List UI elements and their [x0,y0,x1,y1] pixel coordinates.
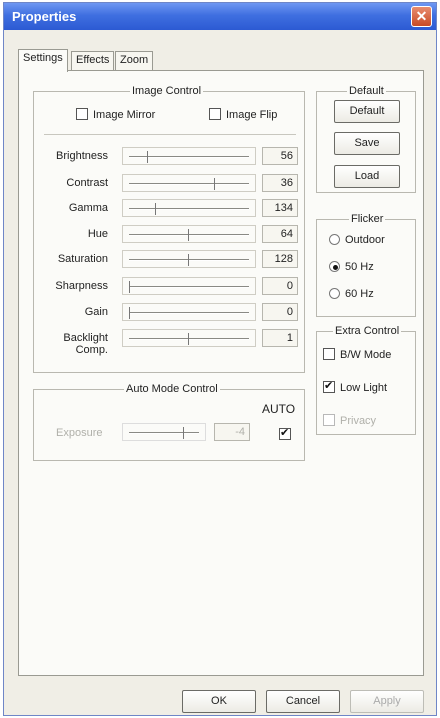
title-bar[interactable]: Properties ✕ [4,3,436,30]
slider-label: Sharpness [55,280,108,292]
slider-thumb[interactable] [129,281,136,293]
slider-thumb[interactable] [146,151,154,163]
low-light-box[interactable] [323,379,335,393]
image-control-separator [44,134,296,135]
ok-button[interactable]: OK [182,690,256,713]
default-button[interactable]: Default [334,100,400,123]
exposure-slider [122,423,206,441]
hue-value: 64 [262,225,298,243]
default-group: Default Default Save Load [316,85,416,193]
hue-slider[interactable] [122,225,256,243]
slider-label: Gain [84,306,108,318]
bw-mode-label: B/W Mode [340,349,392,361]
gamma-value: 134 [262,199,298,217]
slider-label: Saturation [57,253,108,265]
close-icon: ✕ [415,8,428,24]
slider-label: Hue [87,228,108,240]
slider-thumb[interactable] [188,254,195,266]
image-flip-label: Image Flip [226,109,278,121]
exposure-label: Exposure [56,427,103,439]
exposure-value: -4 [214,423,250,441]
auto-mode-legend: Auto Mode Control [124,383,220,395]
image-mirror-checkbox[interactable]: Image Mirror [76,108,155,121]
gamma-slider[interactable] [122,199,256,217]
contrast-slider[interactable] [122,174,256,192]
tab-settings[interactable]: Settings [18,49,68,72]
image-control-legend: Image Control [130,85,204,97]
window-title: Properties [12,9,77,24]
backlight-value: 1 [262,329,298,347]
save-button[interactable]: Save [334,132,400,155]
slider-thumb [183,427,190,439]
extra-control-legend: Extra Control [333,325,402,337]
slider-label: Contrast [66,177,108,189]
slider-thumb[interactable] [154,203,162,215]
saturation-value: 128 [262,250,298,268]
slider-thumb[interactable] [129,307,136,319]
slider-label: Gamma [68,202,108,214]
close-button[interactable]: ✕ [411,6,432,27]
flicker-option-60hz[interactable]: 60 Hz [329,288,374,300]
image-control-group: Image Control Image Mirror Image Flip Br… [33,85,305,373]
auto-mode-group: Auto Mode Control AUTO Exposure -4 [33,383,305,461]
slider-thumb[interactable] [188,229,195,241]
backlight-slider[interactable] [122,329,256,347]
auto-checkbox[interactable] [279,426,291,440]
image-flip-box[interactable] [209,108,221,120]
cancel-button[interactable]: Cancel [266,690,340,713]
apply-button: Apply [350,690,424,713]
brightness-slider[interactable] [122,147,256,165]
low-light-label: Low Light [340,382,388,394]
gain-slider[interactable] [122,303,256,321]
sharpness-slider[interactable] [122,277,256,295]
tab-zoom[interactable]: Zoom [115,51,154,70]
flicker-option-outdoor[interactable]: Outdoor [329,234,385,246]
50hz-label: 50 Hz [345,261,374,273]
image-mirror-box[interactable] [76,108,88,120]
60hz-label: 60 Hz [345,288,374,300]
slider-label: Backlight Comp. [63,332,108,356]
brightness-value: 56 [262,147,298,165]
bw-mode-checkbox[interactable]: B/W Mode [323,348,391,361]
image-mirror-label: Image Mirror [93,109,156,121]
outdoor-label: Outdoor [345,234,385,246]
slider-thumb[interactable] [188,333,195,345]
image-flip-checkbox[interactable]: Image Flip [209,108,277,121]
properties-window: Properties ✕ Settings Effects Zoom Image… [3,2,437,716]
slider-label: Brightness [56,150,108,162]
settings-panel: Image Control Image Mirror Image Flip Br… [18,70,424,676]
sharpness-value: 0 [262,277,298,295]
tab-effects[interactable]: Effects [71,51,115,70]
auto-label: AUTO [262,402,296,416]
flicker-group: Flicker Outdoor 50 Hz 60 Hz [316,213,416,317]
default-legend: Default [347,85,386,97]
privacy-label: Privacy [340,415,377,427]
radio-outdoor[interactable] [329,234,340,245]
radio-50hz[interactable] [329,261,340,272]
slider-thumb[interactable] [213,178,221,190]
extra-control-group: Extra Control B/W Mode Low Light Privacy [316,325,416,435]
bw-mode-box[interactable] [323,348,335,360]
gain-value: 0 [262,303,298,321]
privacy-box [323,414,335,426]
flicker-legend: Flicker [349,213,386,225]
flicker-option-50hz[interactable]: 50 Hz [329,261,374,273]
radio-60hz[interactable] [329,288,340,299]
low-light-checkbox[interactable]: Low Light [323,379,388,394]
saturation-slider[interactable] [122,250,256,268]
privacy-checkbox: Privacy [323,414,376,427]
contrast-value: 36 [262,174,298,192]
load-button[interactable]: Load [334,165,400,188]
